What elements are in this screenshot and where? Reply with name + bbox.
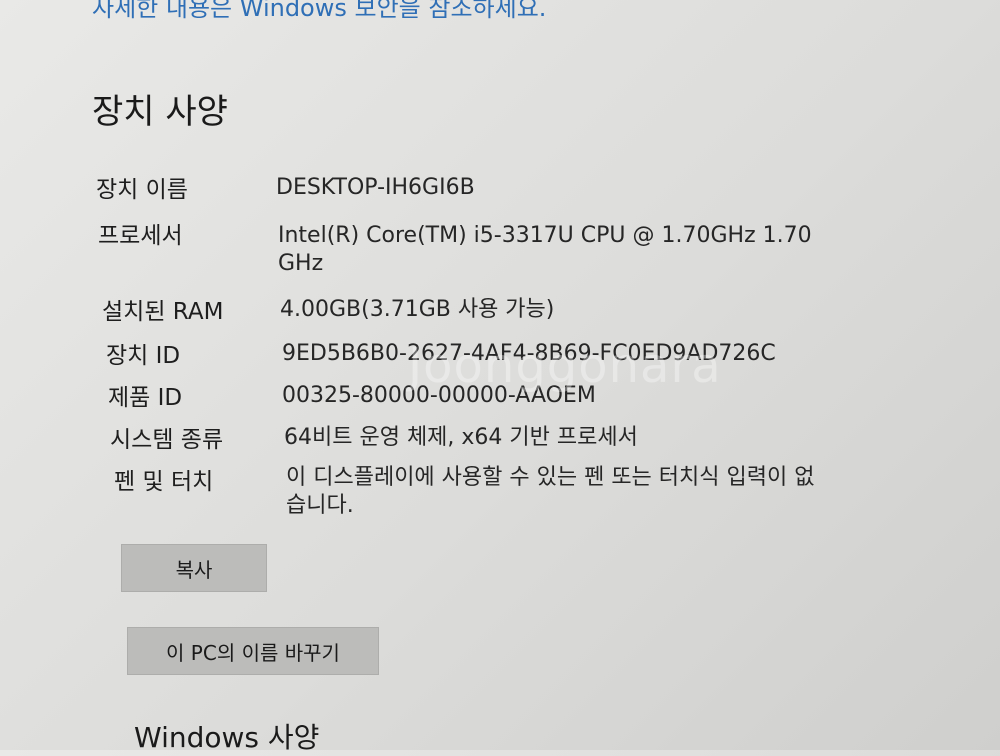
ram-value: 4.00GB(3.71GB 사용 가능) — [280, 297, 555, 322]
system-type-label: 시스템 종류 — [110, 427, 224, 453]
product-id-label: 제품 ID — [108, 385, 183, 411]
device-id-value: 9ED5B6B0-2627-4AF4-8B69-FC0ED9AD726C — [282, 341, 776, 366]
pen-touch-value: 이 디스플레이에 사용할 수 있는 펜 또는 터치식 입력이 없습니다. — [286, 465, 815, 518]
device-specs-title: 장치 사양 — [92, 92, 228, 132]
copy-button[interactable]: 복사 — [121, 544, 267, 592]
processor-label: 프로세서 — [98, 223, 183, 249]
system-type-value: 64비트 운영 체제, x64 기반 프로세서 — [284, 425, 638, 450]
windows-specs-title: Windows 사양 — [134, 721, 320, 754]
device-name-label: 장치 이름 — [96, 177, 188, 203]
product-id-value: 00325-80000-00000-AAOEM — [282, 383, 596, 408]
ram-label: 설치된 RAM — [102, 299, 224, 325]
processor-value: Intel(R) Core(TM) i5-3317U CPU @ 1.70GHz… — [278, 223, 812, 276]
device-id-label: 장치 ID — [106, 343, 181, 369]
rename-pc-button[interactable]: 이 PC의 이름 바꾸기 — [127, 627, 379, 675]
windows-security-link[interactable]: 자세한 내용은 Windows 보안을 참조하세요. — [92, 0, 546, 23]
device-name-value: DESKTOP-IH6GI6B — [276, 175, 475, 200]
pen-touch-label: 펜 및 터치 — [114, 469, 214, 495]
